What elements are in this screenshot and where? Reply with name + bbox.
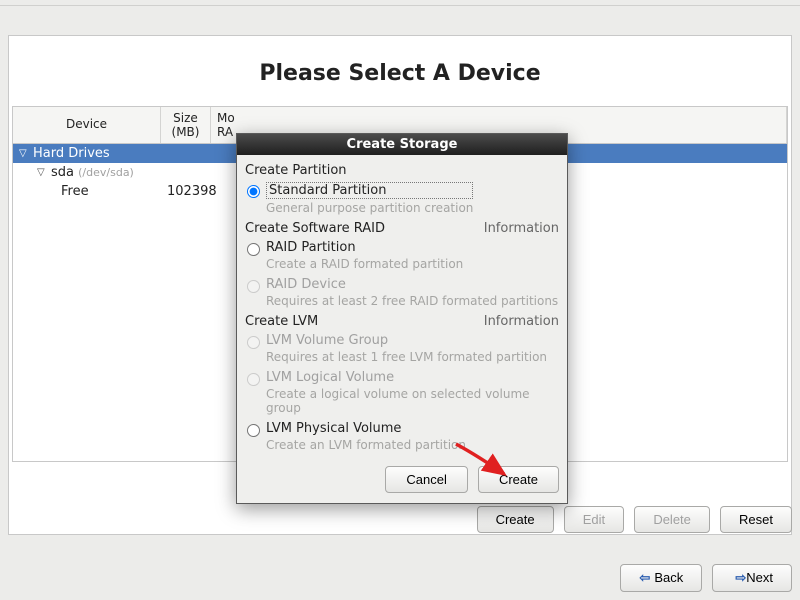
option-hint: Create a RAID formated partition <box>266 257 463 271</box>
option-label: Standard Partition <box>266 182 473 199</box>
delete-button: Delete <box>634 506 710 533</box>
option-lvm-logical-volume: LVM Logical Volume Create a logical volu… <box>245 370 559 417</box>
create-storage-dialog: Create Storage Create Partition Standard… <box>236 133 568 504</box>
group-label: Hard Drives <box>33 146 110 161</box>
option-raid-partition[interactable]: RAID Partition Create a RAID formated pa… <box>245 240 559 273</box>
action-bar: Create Edit Delete Reset <box>8 500 792 533</box>
chevron-down-icon: ▽ <box>37 167 47 178</box>
disk-path: (/dev/sda) <box>78 166 134 179</box>
radio-raid-device <box>247 280 260 293</box>
disk-name: sda <box>51 165 74 180</box>
option-lvm-physical-volume[interactable]: LVM Physical Volume Create an LVM format… <box>245 421 559 454</box>
col-device[interactable]: Device <box>13 107 161 143</box>
free-label: Free <box>61 184 89 199</box>
chevron-down-icon: ▽ <box>19 148 29 159</box>
option-hint: Create a logical volume on selected volu… <box>266 387 559 415</box>
option-label: LVM Logical Volume <box>266 370 559 385</box>
option-lvm-volume-group: LVM Volume Group Requires at least 1 fre… <box>245 333 559 366</box>
option-label: RAID Device <box>266 277 558 292</box>
arrow-left-icon: ⇦ <box>639 570 650 585</box>
radio-raid-partition[interactable] <box>247 243 260 256</box>
option-label: LVM Physical Volume <box>266 421 466 436</box>
option-raid-device: RAID Device Requires at least 2 free RAI… <box>245 277 559 310</box>
next-button[interactable]: ⇨Next <box>712 564 792 592</box>
window-chrome <box>0 0 800 6</box>
option-label: LVM Volume Group <box>266 333 547 348</box>
option-hint: Requires at least 1 free LVM formated pa… <box>266 350 547 364</box>
radio-standard-partition[interactable] <box>247 185 260 198</box>
back-button[interactable]: ⇦Back <box>620 564 702 592</box>
cancel-button[interactable]: Cancel <box>385 466 467 493</box>
radio-lvm-pv[interactable] <box>247 424 260 437</box>
lvm-info-link[interactable]: Information <box>484 314 559 329</box>
create-button[interactable]: Create <box>477 506 554 533</box>
radio-lvm-vg <box>247 336 260 349</box>
option-hint: Create an LVM formated partition <box>266 438 466 452</box>
option-hint: Requires at least 2 free RAID formated p… <box>266 294 558 308</box>
section-create-lvm: Create LVM Information <box>245 314 559 329</box>
edit-button: Edit <box>564 506 624 533</box>
radio-lvm-lv <box>247 373 260 386</box>
page-title: Please Select A Device <box>9 61 791 86</box>
section-create-partition: Create Partition <box>245 163 559 178</box>
col-size[interactable]: Size (MB) <box>161 107 211 143</box>
nav-bar: ⇦Back ⇨Next <box>8 564 792 592</box>
free-size: 102398 <box>167 184 217 199</box>
dialog-buttons: Cancel Create <box>237 460 567 503</box>
option-label: RAID Partition <box>266 240 463 255</box>
dialog-create-button[interactable]: Create <box>478 466 559 493</box>
dialog-title: Create Storage <box>237 134 567 155</box>
option-standard-partition[interactable]: Standard Partition General purpose parti… <box>245 182 559 217</box>
option-hint: General purpose partition creation <box>266 201 473 215</box>
section-create-raid: Create Software RAID Information <box>245 221 559 236</box>
raid-info-link[interactable]: Information <box>484 221 559 236</box>
reset-button[interactable]: Reset <box>720 506 792 533</box>
arrow-right-icon: ⇨ <box>735 570 746 585</box>
